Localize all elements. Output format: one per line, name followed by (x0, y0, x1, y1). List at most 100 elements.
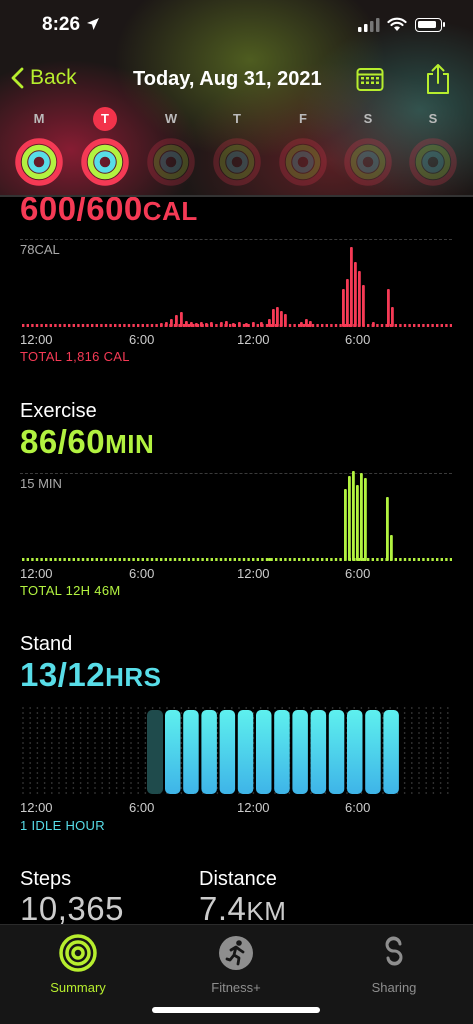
move-chart-baseline-dot (109, 324, 112, 327)
exercise-chart-baseline-dot (95, 558, 98, 561)
move-chart-baseline-dot (367, 324, 370, 327)
move-chart-baseline-dot (187, 324, 190, 327)
exercise-chart-baseline-dot (436, 558, 439, 561)
move-chart-baseline-dot (316, 324, 319, 327)
week-strip: M T W T FSS (0, 107, 473, 192)
distance-value-unit: KM (246, 896, 287, 926)
today-indicator: T (93, 107, 117, 131)
day-1[interactable]: T (79, 107, 131, 188)
exercise-chart-baseline-dot (380, 558, 384, 561)
stand-axis-label-1: 12:00 (20, 800, 53, 815)
exercise-chart-baseline-dot (40, 558, 43, 561)
exercise-axis-label-3: 12:00 (237, 566, 270, 581)
move-chart-baseline-dot (40, 324, 43, 327)
exercise-chart-baseline-dot (164, 558, 167, 561)
tab-fitness-plus[interactable]: Fitness+ (176, 933, 296, 995)
day-0[interactable]: M (13, 108, 65, 188)
day-2[interactable]: W (145, 108, 197, 188)
move-chart-baseline-dot (58, 324, 62, 327)
move-chart-bar (346, 279, 349, 327)
exercise-chart-baseline-dot (178, 558, 181, 561)
exercise-chart-baseline-dot (104, 558, 108, 561)
move-chart-baseline-dot (132, 324, 135, 327)
exercise-chart-baseline-dot (298, 558, 301, 561)
exercise-chart-baseline-dot (252, 558, 255, 561)
move-chart-baseline-dot (417, 324, 420, 327)
move-chart-baseline-dot (394, 324, 397, 327)
activity-rings-icon (344, 138, 392, 186)
stand-value-unit: HRS (105, 662, 162, 692)
exercise-chart-baseline-dot (321, 558, 324, 561)
exercise-chart-baseline-dot (100, 558, 103, 561)
tab-summary[interactable]: Summary (18, 933, 138, 995)
day-5[interactable]: S (342, 108, 394, 188)
sharing-icon (385, 936, 403, 966)
exercise-chart-baseline-dot (284, 558, 287, 561)
move-chart-baseline-dot (49, 324, 52, 327)
exercise-chart-baseline-dot (307, 558, 310, 561)
activity-rings-icon (213, 138, 261, 186)
move-chart-baseline-dot (256, 324, 259, 327)
stand-value-number: 13/12 (20, 656, 106, 693)
exercise-chart-baseline-dot (394, 558, 397, 561)
steps-title: Steps (20, 868, 72, 890)
move-chart-bar (354, 262, 357, 327)
header-divider (0, 196, 473, 197)
move-chart-baseline-dot (22, 324, 25, 327)
calendar-icon[interactable] (356, 66, 384, 92)
exercise-chart-baseline-dot (238, 558, 241, 561)
status-time: 8:26 (42, 14, 81, 35)
day-6[interactable]: S (407, 108, 459, 188)
move-chart-baseline-dot (242, 324, 246, 327)
back-label: Back (30, 66, 77, 89)
move-chart-baseline-dot (413, 324, 416, 327)
move-chart-baseline-dot (95, 324, 98, 327)
move-chart-bar (238, 322, 241, 327)
exercise-value: 86/60MIN (20, 423, 154, 461)
exercise-chart-baseline-dot (169, 558, 172, 561)
exercise-chart-baseline-dot (54, 558, 57, 561)
move-chart-baseline-dot (302, 324, 305, 327)
move-chart-baseline-dot (45, 324, 48, 327)
exercise-chart-baseline-dot (160, 558, 163, 561)
exercise-chart-baseline-dot (426, 558, 430, 561)
move-chart-baseline-dot (325, 324, 328, 327)
move-chart-baseline-dot (91, 324, 94, 327)
move-chart-bar (195, 323, 198, 327)
stand-hour-bar (237, 710, 254, 794)
exercise-chart-baseline-dot (325, 558, 328, 561)
day-letter: T (79, 107, 131, 131)
move-chart-bar (276, 307, 279, 327)
stand-axis-label-2: 6:00 (129, 800, 155, 815)
day-letter: T (233, 111, 241, 126)
day-4[interactable]: F (277, 108, 329, 188)
wifi-icon (387, 17, 407, 31)
move-chart-bar (180, 312, 183, 327)
day-letter: M (33, 111, 45, 126)
share-icon[interactable] (425, 63, 451, 95)
exercise-chart-baseline-dot (247, 558, 250, 561)
steps-value: 10,365 (20, 890, 124, 927)
move-chart-baseline-dot (127, 324, 131, 327)
exercise-chart-baseline-dot (141, 558, 144, 561)
exercise-chart-baseline-dot (183, 558, 186, 561)
move-chart-baseline-dot (137, 324, 140, 327)
day-3[interactable]: T (211, 108, 263, 188)
location-arrow-icon (87, 18, 99, 30)
exercise-chart-baseline-dot (219, 558, 223, 561)
exercise-chart-baseline-dot (233, 558, 236, 561)
move-chart-baseline-dot (293, 324, 296, 327)
move-chart-baseline-dot (100, 324, 103, 327)
exercise-axis-label-2: 6:00 (129, 566, 155, 581)
move-chart-baseline-dot (31, 324, 34, 327)
battery-icon (415, 18, 445, 32)
tab-sharing[interactable]: Sharing (334, 933, 454, 995)
exercise-chart-baseline-dot (63, 558, 66, 561)
chevron-left-icon (11, 67, 24, 89)
exercise-chart-baseline-dot (417, 558, 420, 561)
move-chart-baseline-dot (265, 324, 269, 327)
move-axis-label-2: 6:00 (129, 332, 155, 347)
back-button[interactable]: Back (10, 66, 77, 90)
exercise-chart-baseline-dot (256, 558, 259, 561)
stand-hour-bar (165, 710, 181, 794)
